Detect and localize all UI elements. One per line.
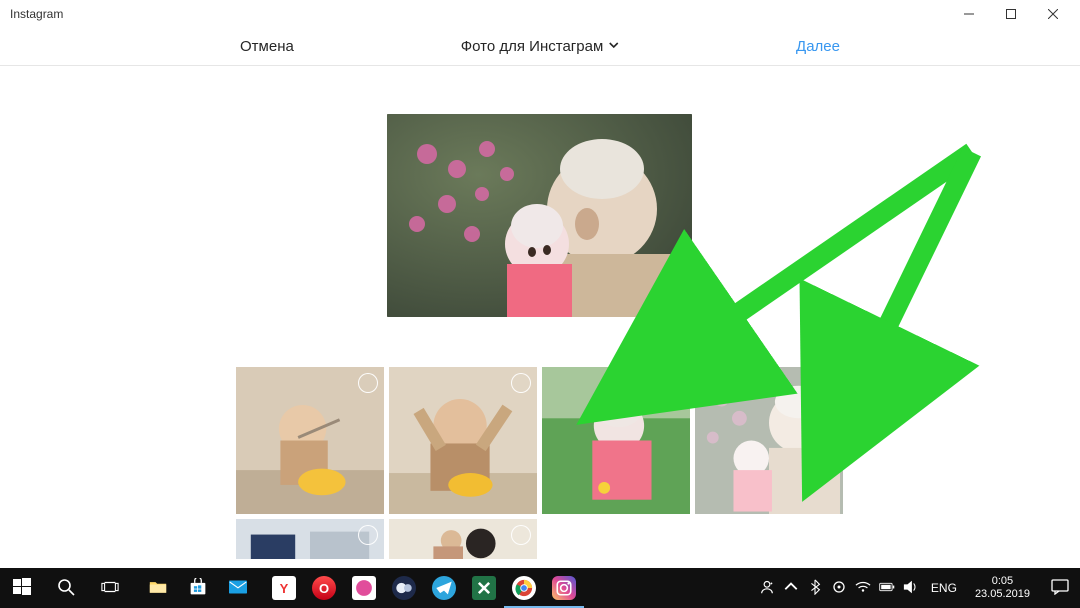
folder-icon	[149, 578, 167, 599]
next-label: Далее	[796, 38, 840, 55]
photo-grid: 1	[236, 367, 856, 564]
location-icon	[831, 579, 847, 598]
content-area: 1	[0, 66, 1080, 568]
app-icon	[392, 576, 416, 600]
language-label: ENG	[931, 581, 957, 595]
selection-circle-icon	[664, 373, 684, 393]
window-maximize-button[interactable]	[990, 0, 1032, 28]
photo-thumb-2[interactable]	[389, 367, 537, 514]
tray-language[interactable]: ENG	[923, 581, 965, 595]
yandex-icon: Y	[272, 576, 296, 600]
photo-thumb-3[interactable]	[542, 367, 690, 514]
start-button[interactable]	[0, 568, 44, 608]
tray-wifi[interactable]	[851, 568, 875, 608]
wifi-icon	[855, 579, 871, 598]
tray-people-button[interactable]	[755, 568, 779, 608]
tray-overflow-button[interactable]	[779, 568, 803, 608]
search-icon	[57, 578, 75, 599]
window-titlebar: Instagram	[0, 0, 1080, 28]
store-icon	[189, 578, 207, 599]
preview-wrap	[387, 114, 692, 317]
windows-icon	[13, 578, 31, 599]
album-picker[interactable]: Фото для Инстаграм	[461, 38, 620, 55]
telegram-icon	[432, 576, 456, 600]
photo-thumb-6[interactable]	[389, 519, 537, 559]
search-button[interactable]	[44, 568, 88, 608]
chevron-down-icon	[607, 38, 619, 55]
taskbar-app-store[interactable]	[178, 568, 218, 608]
taskbar-app-mail[interactable]	[218, 568, 258, 608]
taskbar-app-instagram[interactable]	[544, 568, 584, 608]
selection-circle-icon	[358, 525, 378, 545]
taskbar-app-excel[interactable]	[464, 568, 504, 608]
cancel-button[interactable]: Отмена	[240, 38, 294, 55]
app-header: Отмена Фото для Инстаграм Далее	[0, 28, 1080, 66]
taskbar-app-telegram[interactable]	[424, 568, 464, 608]
photo-preview[interactable]	[387, 114, 692, 317]
multi-select-icon	[661, 336, 677, 357]
opera-icon: O	[312, 576, 336, 600]
window-title: Instagram	[10, 7, 63, 21]
taskbar-app-opera[interactable]: O	[304, 568, 344, 608]
tray-bluetooth[interactable]	[803, 568, 827, 608]
people-icon	[759, 579, 775, 598]
selection-circle-icon	[511, 525, 531, 545]
chrome-icon	[512, 576, 536, 600]
multi-select-button[interactable]	[653, 330, 685, 362]
photo-thumb-1[interactable]	[236, 367, 384, 514]
task-view-icon	[101, 578, 119, 599]
battery-icon	[879, 579, 895, 598]
tray-notifications[interactable]	[1040, 568, 1080, 608]
mail-icon	[229, 578, 247, 599]
taskbar-app-chrome[interactable]	[504, 568, 544, 608]
window-minimize-button[interactable]	[948, 0, 990, 28]
album-title: Фото для Инстаграм	[461, 38, 604, 55]
photo-thumb-4[interactable]: 1	[695, 367, 843, 514]
clock-time: 0:05	[975, 575, 1030, 588]
excel-icon	[472, 576, 496, 600]
notifications-icon	[1051, 579, 1069, 598]
chevron-up-icon	[783, 579, 799, 598]
tray-battery[interactable]	[875, 568, 899, 608]
app-icon	[352, 576, 376, 600]
bluetooth-icon	[807, 579, 823, 598]
window-close-button[interactable]	[1032, 0, 1074, 28]
cancel-label: Отмена	[240, 38, 294, 55]
next-button[interactable]: Далее	[796, 38, 840, 55]
tray-volume[interactable]	[899, 568, 923, 608]
taskbar-app-generic-1[interactable]	[344, 568, 384, 608]
taskbar-app-explorer[interactable]	[138, 568, 178, 608]
selection-order-badge: 1	[817, 373, 837, 393]
instagram-icon	[552, 576, 576, 600]
taskbar-app-yandex[interactable]: Y	[264, 568, 304, 608]
task-view-button[interactable]	[88, 568, 132, 608]
photo-thumb-5[interactable]	[236, 519, 384, 559]
tray-location[interactable]	[827, 568, 851, 608]
volume-icon	[903, 579, 919, 598]
taskbar: Y O	[0, 568, 1080, 608]
clock-date: 23.05.2019	[975, 588, 1030, 601]
selection-circle-icon	[358, 373, 378, 393]
tray-clock[interactable]: 0:05 23.05.2019	[965, 575, 1040, 600]
selection-circle-icon	[511, 373, 531, 393]
taskbar-app-generic-2[interactable]	[384, 568, 424, 608]
